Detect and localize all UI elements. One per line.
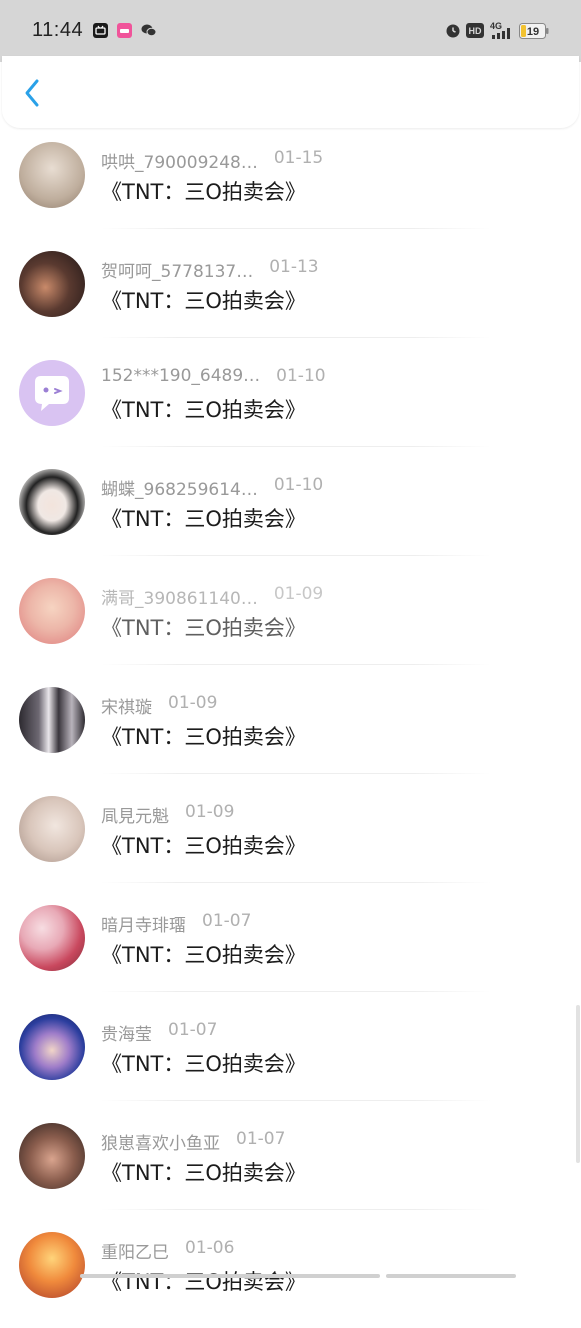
- status-time: 11:44: [32, 19, 84, 41]
- message-text: 《TNT：三O拍卖会》: [101, 1270, 306, 1294]
- message-date: 01-07: [168, 1020, 218, 1040]
- user-name: 凬見元魁: [101, 807, 169, 827]
- message-date: 01-09: [185, 802, 235, 822]
- avatar[interactable]: [19, 142, 85, 208]
- divider: [101, 773, 491, 774]
- list-item[interactable]: 满哥_390861140… 01-09 《TNT：三O拍卖会》: [0, 566, 581, 674]
- user-name: 满哥_390861140…: [101, 589, 258, 609]
- message-date: 01-07: [202, 911, 252, 931]
- divider: [101, 1209, 491, 1210]
- list-item[interactable]: 蝴蝶_968259614… 01-10 《TNT：三O拍卖会》: [0, 457, 581, 565]
- divider: [101, 991, 491, 992]
- message-date: 01-15: [273, 148, 324, 168]
- status-bar: 11:44 HD 4G 19: [0, 0, 581, 62]
- nav-bar-right: [386, 1274, 516, 1278]
- message-text: 《TNT：三O拍卖会》: [101, 834, 306, 858]
- divider: [101, 1100, 491, 1101]
- divider: [101, 446, 491, 447]
- avatar[interactable]: [19, 578, 85, 644]
- list-item[interactable]: 贵海莹 01-07 《TNT：三O拍卖会》: [0, 1002, 581, 1110]
- chevron-left-icon: [25, 79, 39, 107]
- user-name: 蝴蝶_968259614…: [101, 480, 258, 500]
- divider: [101, 882, 491, 883]
- message-date: 01-10: [276, 366, 326, 386]
- back-button[interactable]: [16, 76, 50, 110]
- avatar[interactable]: [19, 796, 85, 862]
- list-item[interactable]: 狼崽喜欢小鱼亚 01-07 《TNT：三O拍卖会》: [0, 1111, 581, 1219]
- chat-bubble-icon: [35, 376, 69, 411]
- battery-icon: 19: [519, 23, 549, 43]
- list-item[interactable]: 凬見元魁 01-09 《TNT：三O拍卖会》: [0, 784, 581, 892]
- avatar[interactable]: [19, 360, 85, 426]
- divider: [101, 664, 491, 665]
- message-text: 《TNT：三O拍卖会》: [101, 943, 306, 967]
- list-item[interactable]: 152***190_6489… 01-10 《TNT：三O拍卖会》: [0, 348, 581, 456]
- message-date: 01-13: [269, 257, 319, 277]
- user-name: 狼崽喜欢小鱼亚: [101, 1134, 220, 1154]
- message-text: 《TNT：三O拍卖会》: [101, 398, 306, 422]
- avatar[interactable]: [19, 1014, 85, 1080]
- user-name: 暗月寺琲璢: [101, 916, 186, 936]
- divider: [101, 228, 491, 229]
- avatar[interactable]: [19, 469, 85, 535]
- user-name: 宋祺璇: [101, 698, 152, 718]
- message-text: 《TNT：三O拍卖会》: [101, 616, 306, 640]
- avatar[interactable]: [19, 687, 85, 753]
- app-icon: [117, 23, 132, 38]
- scrollbar[interactable]: [576, 1005, 580, 1163]
- divider: [101, 337, 491, 338]
- message-text: 《TNT：三O拍卖会》: [101, 507, 306, 531]
- message-date: 01-10: [273, 475, 324, 495]
- message-text: 《TNT：三O拍卖会》: [101, 289, 306, 313]
- alarm-icon: [444, 21, 462, 43]
- list-item[interactable]: 宋祺璇 01-09 《TNT：三O拍卖会》: [0, 675, 581, 783]
- avatar[interactable]: [19, 251, 85, 317]
- message-text: 《TNT：三O拍卖会》: [101, 725, 306, 749]
- avatar[interactable]: [19, 905, 85, 971]
- message-date: 01-09: [168, 693, 218, 713]
- divider: [101, 555, 491, 556]
- user-name: 贵海莹: [101, 1025, 152, 1045]
- network-label: 4G: [490, 21, 502, 31]
- svg-text:HD: HD: [469, 26, 482, 36]
- message-date: 01-07: [236, 1129, 286, 1149]
- list-item[interactable]: 暗月寺琲璢 01-07 《TNT：三O拍卖会》: [0, 893, 581, 1001]
- user-name: 152***190_6489…: [101, 366, 261, 386]
- header-bar: [2, 56, 579, 128]
- message-date: 01-06: [185, 1238, 235, 1258]
- user-name: 哄哄_790009248…: [101, 153, 258, 173]
- message-text: 《TNT：三O拍卖会》: [101, 180, 306, 204]
- hd-icon: HD: [466, 23, 484, 42]
- avatar[interactable]: [19, 1123, 85, 1189]
- list-item[interactable]: 哄哄_790009248… 01-15 《TNT：三O拍卖会》: [0, 130, 581, 238]
- avatar[interactable]: [19, 1232, 85, 1298]
- message-date: 01-09: [273, 584, 324, 604]
- message-text: 《TNT：三O拍卖会》: [101, 1052, 306, 1076]
- user-name: 重阳乙巳: [101, 1243, 169, 1263]
- nav-bar-left: [80, 1274, 380, 1278]
- battery-level: 19: [527, 26, 539, 38]
- list-item[interactable]: 贺呵呵_5778137… 01-13 《TNT：三O拍卖会》: [0, 239, 581, 347]
- bilibili-icon: [93, 23, 108, 38]
- signal-icon: 4G: [490, 20, 516, 44]
- user-name: 贺呵呵_5778137…: [101, 262, 254, 282]
- message-text: 《TNT：三O拍卖会》: [101, 1161, 306, 1185]
- wechat-icon: [141, 23, 157, 38]
